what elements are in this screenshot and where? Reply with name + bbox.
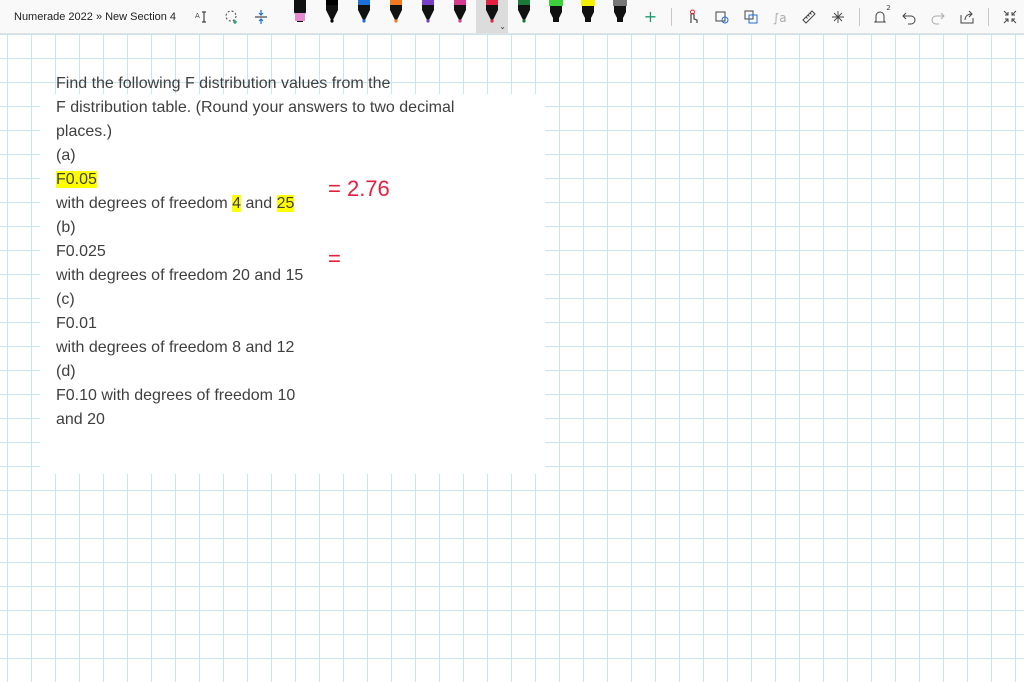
ink-answer-a[interactable]: = 2.76 bbox=[328, 176, 390, 202]
pen-red-selected-icon[interactable]: ⌄ bbox=[475, 0, 508, 33]
part-a-dof: with degrees of freedom 4 and 25 bbox=[56, 194, 295, 214]
pen-gallery: ⌄ bbox=[284, 0, 636, 33]
toolbar-separator bbox=[988, 7, 989, 26]
ink-answer-b[interactable]: = bbox=[328, 246, 341, 272]
ruler-icon[interactable] bbox=[798, 6, 819, 28]
highlight-f005: F0.05 bbox=[56, 171, 97, 188]
part-a-statistic: F0.05 bbox=[56, 170, 97, 190]
pen-purple-icon[interactable] bbox=[412, 0, 444, 33]
insert-space-icon[interactable] bbox=[251, 6, 272, 28]
pen-blue-icon[interactable] bbox=[348, 0, 380, 33]
pen-black-icon[interactable] bbox=[316, 0, 348, 33]
collapse-icon[interactable] bbox=[999, 6, 1020, 28]
pen-magenta-icon[interactable] bbox=[444, 0, 476, 33]
add-pen-icon[interactable]: + bbox=[640, 6, 661, 28]
notebook-canvas[interactable] bbox=[0, 34, 1024, 682]
part-b-label: (b) bbox=[56, 219, 76, 236]
highlighter-pink-icon[interactable] bbox=[284, 0, 316, 33]
question-text-line-2: F distribution table. (Round your answer… bbox=[56, 99, 455, 116]
text-cursor-icon[interactable]: A bbox=[193, 6, 214, 28]
part-a-dof-prefix: with degrees of freedom bbox=[56, 195, 233, 212]
toolbar-separator bbox=[671, 7, 672, 26]
part-c-label: (c) bbox=[56, 291, 75, 308]
toolbar-separator bbox=[858, 7, 860, 26]
pen-dark-green-icon[interactable] bbox=[508, 0, 540, 33]
highlighter-gray-icon[interactable] bbox=[604, 0, 636, 33]
part-d-label: (d) bbox=[56, 363, 76, 380]
part-d-dof-continued: and 20 bbox=[56, 411, 105, 428]
part-c-dof: with degrees of freedom 8 and 12 bbox=[56, 339, 295, 356]
highlighter-yellow-icon[interactable] bbox=[572, 0, 604, 33]
highlight-dof-25: 25 bbox=[276, 195, 295, 212]
lasso-add-icon[interactable] bbox=[222, 6, 243, 28]
svg-text:A: A bbox=[195, 12, 200, 20]
part-a-label: (a) bbox=[56, 147, 76, 164]
highlight-dof-4: 4 bbox=[232, 195, 241, 212]
breadcrumb[interactable]: Numerade 2022 » New Section 4 bbox=[0, 11, 189, 23]
part-a-dof-mid: and bbox=[241, 195, 277, 212]
redo-icon[interactable] bbox=[928, 6, 949, 28]
shape-to-ink-icon[interactable] bbox=[711, 6, 732, 28]
part-c-statistic: F0.01 bbox=[56, 315, 97, 332]
question-text-line-3: places.) bbox=[56, 123, 113, 140]
notification-icon[interactable]: 2 bbox=[870, 3, 891, 28]
part-d-statistic-dof: F0.10 with degrees of freedom 10 bbox=[56, 387, 296, 404]
pen-orange-icon[interactable] bbox=[380, 0, 412, 33]
undo-icon[interactable] bbox=[899, 6, 920, 28]
part-b-dof: with degrees of freedom 20 and 15 bbox=[56, 267, 304, 284]
chevron-down-icon[interactable]: ⌄ bbox=[499, 22, 506, 31]
touch-draw-icon[interactable] bbox=[682, 6, 703, 28]
highlighter-green-icon[interactable] bbox=[540, 0, 572, 33]
notification-count: 2 bbox=[886, 3, 891, 12]
part-b-statistic: F0.025 bbox=[56, 243, 106, 260]
onenote-toolbar: Numerade 2022 » New Section 4 A ⌄ + ∫a 2 bbox=[0, 0, 1024, 34]
replay-icon[interactable] bbox=[828, 6, 849, 28]
svg-text:∫a: ∫a bbox=[773, 11, 787, 25]
ink-to-shape-icon[interactable] bbox=[740, 6, 761, 28]
share-icon[interactable] bbox=[957, 6, 978, 28]
question-text-line-1: Find the following F distribution values… bbox=[56, 75, 391, 92]
math-icon[interactable]: ∫a bbox=[769, 6, 790, 28]
